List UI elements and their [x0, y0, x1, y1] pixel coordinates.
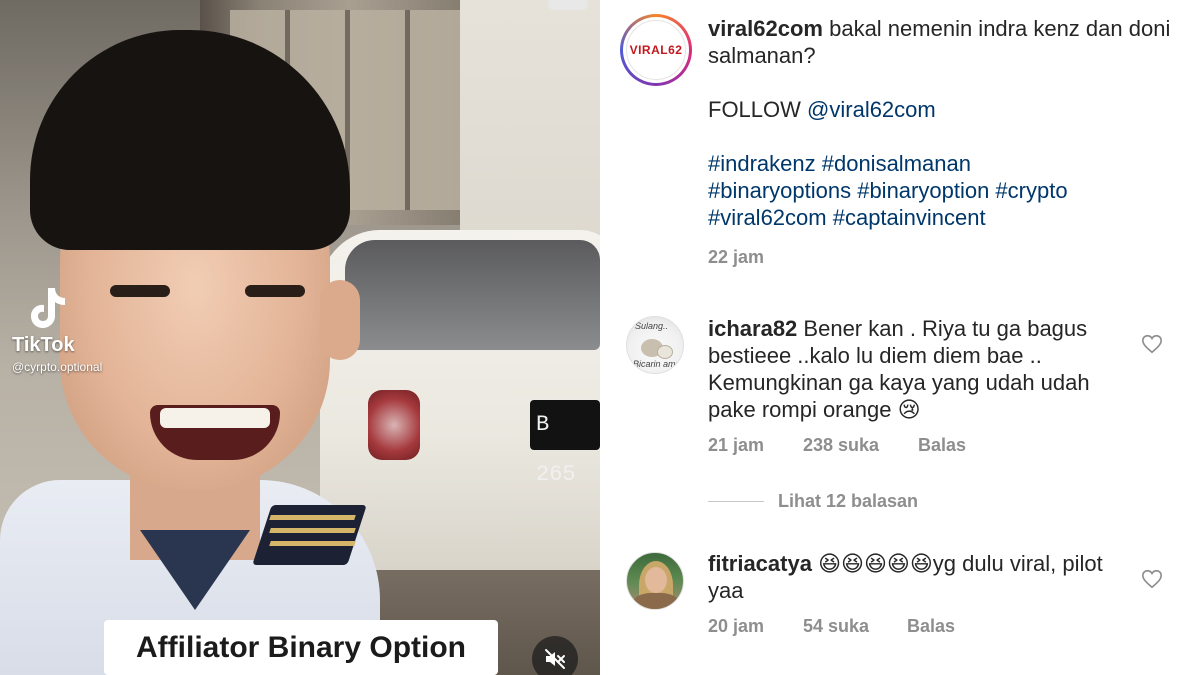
post-author-avatar[interactable]: VIRAL62: [620, 14, 692, 86]
hashtags-line-2[interactable]: #binaryoptions #binaryoption #crypto: [708, 177, 1178, 204]
epaulette-stripe: [269, 515, 356, 520]
pilot-teeth: [160, 408, 270, 428]
video-top-indicator: [548, 0, 588, 10]
video-caption-text: Affiliator Binary Option: [136, 630, 466, 664]
car-rear-window: [345, 240, 600, 350]
mute-button[interactable]: [532, 636, 578, 675]
follow-handle-link[interactable]: @viral62com: [807, 97, 936, 122]
video-caption: Affiliator Binary Option: [104, 620, 498, 675]
post-timestamp: 22 jam: [708, 247, 765, 267]
post-author-username[interactable]: viral62com: [708, 16, 823, 41]
comment-avatar-fitriacatya[interactable]: [626, 552, 684, 610]
reply-button[interactable]: Balas: [918, 435, 966, 456]
avatar-sticker-text-bottom: Bicarin ama: [633, 359, 681, 369]
video-frame[interactable]: B 265 TikTok @cyrpto.optional Affiliator…: [0, 0, 600, 675]
follow-prefix: FOLLOW: [708, 97, 801, 122]
comment-actions: 20 jam 54 suka Balas: [708, 616, 955, 637]
pilot-ear: [320, 280, 360, 360]
viral62-logo: VIRAL62: [626, 20, 686, 80]
avatar-figure-face: [645, 567, 667, 593]
comment-likes-count[interactable]: 54 suka: [803, 616, 907, 637]
comment-username[interactable]: ichara82: [708, 316, 797, 341]
replies-divider: [708, 501, 764, 502]
pilot-epaulette: [252, 505, 367, 565]
tiktok-handle: @cyrpto.optional: [12, 360, 103, 374]
comment-actions: 21 jam 238 suka Balas: [708, 435, 966, 456]
avatar-figure-body: [633, 593, 679, 609]
pilot-hair: [30, 30, 350, 250]
laughing-emoji-icon: 😆😆😆😆😆: [818, 551, 933, 576]
avatar-sticker-figure: [657, 345, 673, 359]
comment-timestamp: 21 jam: [708, 435, 765, 455]
comment-avatar-ichara82[interactable]: Sulang.. Bicarin ama: [626, 316, 684, 374]
tiktok-note-icon: [31, 288, 65, 328]
view-replies-label[interactable]: Lihat 12 balasan: [778, 491, 918, 512]
pilot-eye-left: [110, 285, 170, 297]
epaulette-stripe: [269, 528, 356, 533]
crying-emoji-icon: 😢: [897, 397, 921, 422]
tiktok-watermark: TikTok: [12, 334, 75, 356]
comment-likes-count[interactable]: 238 suka: [803, 435, 918, 456]
hashtags-line-3[interactable]: #viral62com #captainvincent: [708, 204, 1178, 231]
comment-username[interactable]: fitriacatya: [708, 551, 812, 576]
comment-timestamp: 20 jam: [708, 616, 765, 636]
reply-button[interactable]: Balas: [907, 616, 955, 637]
avatar-sticker-text-top: Sulang..: [635, 321, 669, 331]
view-replies[interactable]: Lihat 12 balasan: [708, 491, 918, 512]
license-plate: B 265: [530, 400, 600, 487]
post-caption: viral62com bakal nemenin indra kenz dan …: [708, 15, 1178, 231]
speaker-muted-icon: [545, 649, 565, 669]
comment-fitriacatya: fitriacatya 😆😆😆😆😆yg dulu viral, pilot ya…: [708, 550, 1128, 604]
epaulette-stripe: [269, 541, 356, 546]
pilot-eye-right: [245, 285, 305, 297]
heart-outline-icon[interactable]: [1141, 333, 1163, 355]
comment-ichara82: ichara82 Bener kan . Riya tu ga bagus be…: [708, 315, 1128, 423]
hashtags-line-1[interactable]: #indrakenz #donisalmanan: [708, 150, 1178, 177]
heart-outline-icon[interactable]: [1141, 568, 1163, 590]
